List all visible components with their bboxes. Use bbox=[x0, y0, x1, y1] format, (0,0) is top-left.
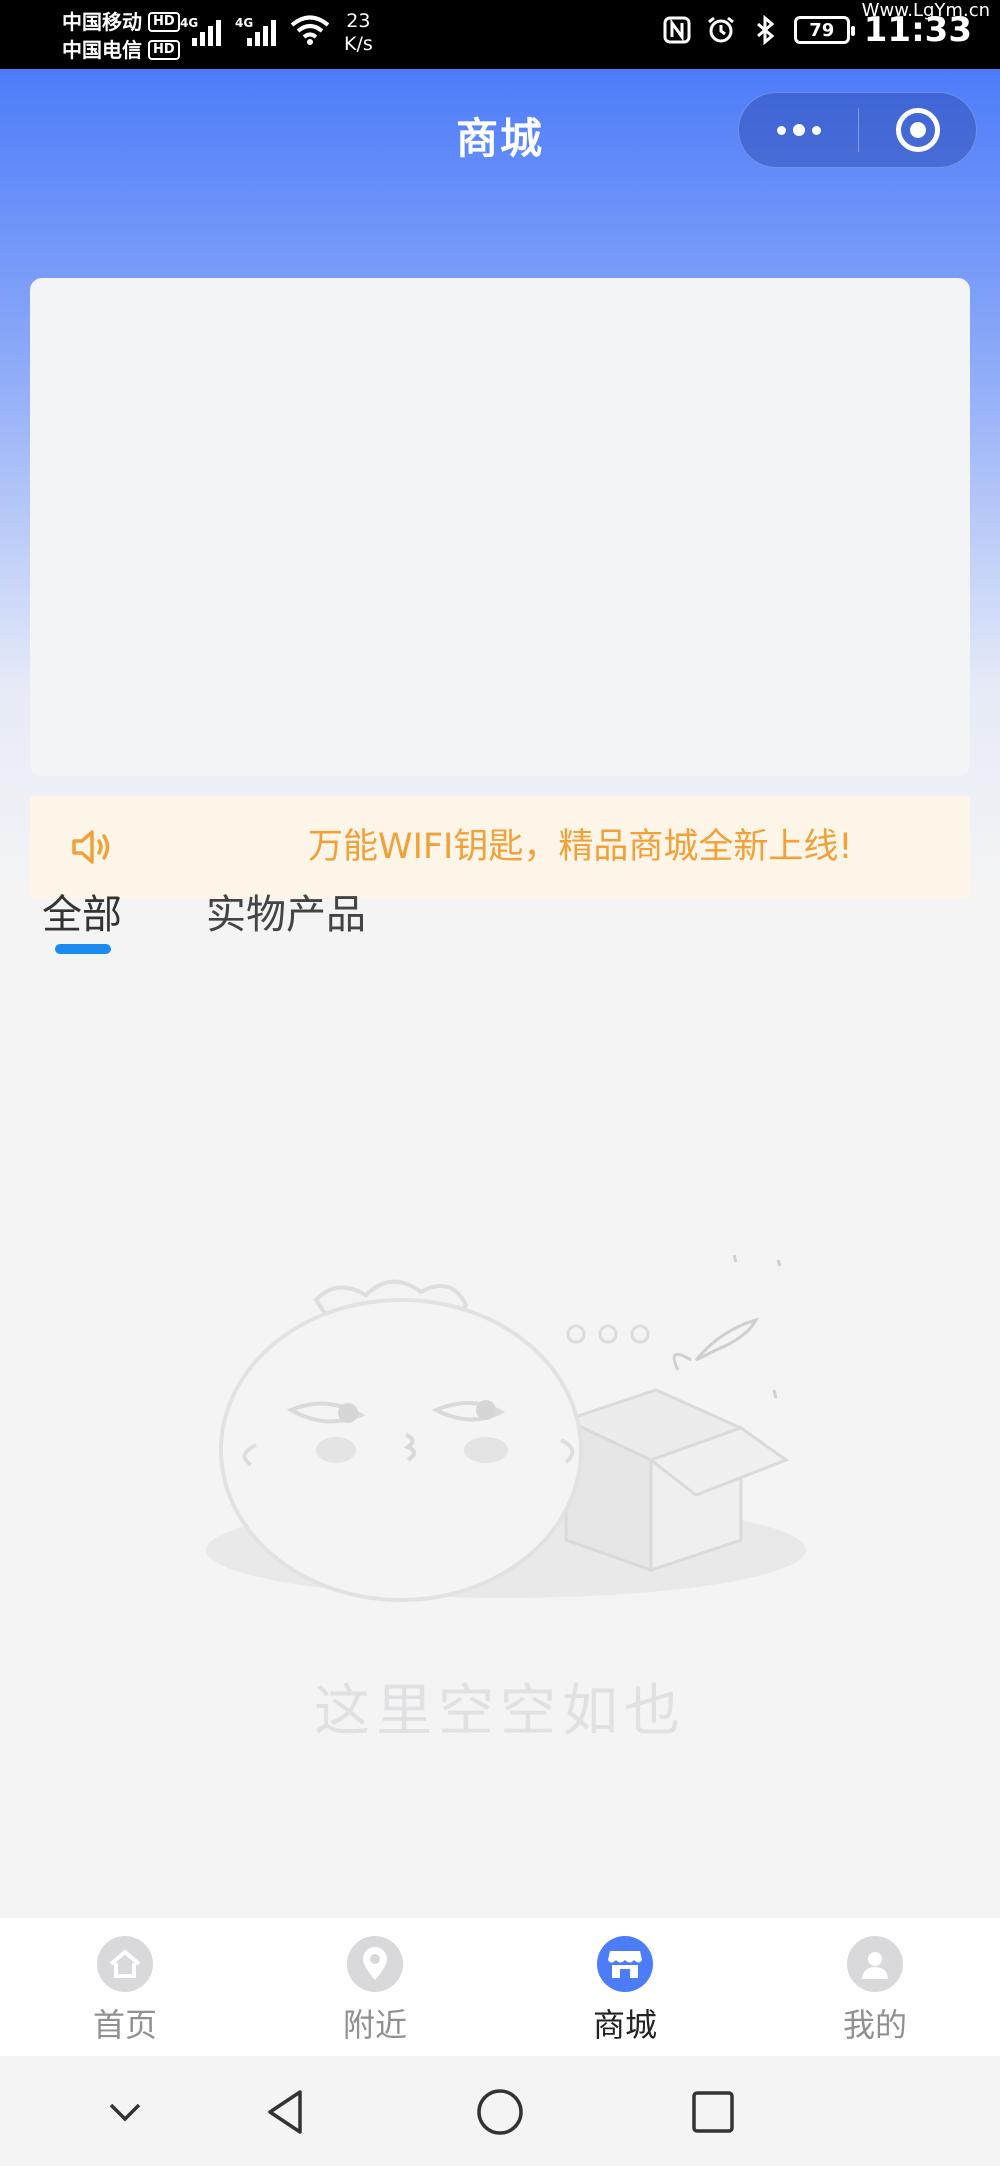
close-miniprogram-button[interactable] bbox=[859, 93, 976, 167]
chevron-down-icon bbox=[109, 2103, 141, 2122]
user-icon bbox=[847, 1936, 903, 1992]
home-button[interactable] bbox=[472, 2084, 528, 2140]
carrier-info: 中国移动 HD 中国电信 HD bbox=[62, 8, 180, 64]
empty-state-text: 这里空空如也 bbox=[314, 1679, 686, 1744]
location-icon bbox=[347, 1936, 403, 1992]
status-bar: 中国移动 HD 中国电信 HD 4G 4G 23 K/s 79 11:33 Ww… bbox=[0, 0, 1000, 69]
tabbar-label: 商城 bbox=[592, 2006, 657, 2044]
banner-carousel[interactable] bbox=[30, 278, 970, 776]
home-icon bbox=[97, 1936, 153, 1992]
home-circle-icon bbox=[477, 2089, 523, 2135]
nfc-icon bbox=[663, 16, 691, 44]
alarm-icon bbox=[707, 16, 734, 43]
bluetooth-icon bbox=[756, 15, 775, 45]
hd-badge: HD bbox=[148, 40, 180, 60]
category-tabs: 全部 实物产品 bbox=[42, 888, 366, 958]
recents-button[interactable] bbox=[685, 2084, 741, 2140]
watermark: Www.LgYm.cn bbox=[861, 0, 990, 21]
bottom-tabbar: 首页 附近 商城 我的 bbox=[0, 1918, 1000, 2056]
tabbar-item-mine[interactable]: 我的 bbox=[750, 1918, 1000, 2056]
store-icon bbox=[597, 1936, 653, 1992]
tabbar-label: 附近 bbox=[342, 2006, 407, 2044]
network-type-label: 4G bbox=[180, 16, 199, 30]
cell-signal-icon: 4G bbox=[235, 16, 276, 46]
carrier-1-label: 中国移动 bbox=[62, 10, 142, 34]
tabbar-item-nearby[interactable]: 附近 bbox=[250, 1918, 500, 2056]
notice-text: 万能WIFI钥匙，精品商城全新上线! bbox=[308, 827, 853, 867]
tabbar-label: 我的 bbox=[842, 2006, 907, 2044]
battery-level: 79 bbox=[809, 19, 835, 41]
more-dot-icon bbox=[776, 125, 786, 135]
miniprogram-capsule bbox=[738, 92, 977, 168]
cell-signal-icon: 4G bbox=[180, 16, 221, 46]
tab-label: 实物产品 bbox=[206, 892, 366, 938]
tabbar-item-store[interactable]: 商城 bbox=[500, 1918, 750, 2056]
more-button[interactable] bbox=[739, 93, 858, 167]
tabbar-label: 首页 bbox=[92, 2006, 157, 2044]
system-navigation-bar bbox=[0, 2056, 1000, 2166]
hd-badge: HD bbox=[148, 12, 180, 32]
carrier-2-label: 中国电信 bbox=[62, 38, 142, 62]
net-speed-value: 23 bbox=[346, 10, 371, 32]
target-icon bbox=[895, 108, 940, 152]
tab-label: 全部 bbox=[42, 892, 122, 938]
hide-keyboard-button[interactable] bbox=[97, 2084, 153, 2140]
tabbar-item-home[interactable]: 首页 bbox=[0, 1918, 250, 2056]
notice-bar: 万能WIFI钥匙，精品商城全新上线! bbox=[30, 796, 970, 898]
speaker-icon bbox=[72, 830, 110, 864]
recents-square-icon bbox=[692, 2091, 734, 2133]
network-type-label: 4G bbox=[235, 16, 254, 30]
net-speed-unit: K/s bbox=[344, 33, 373, 55]
tab-active-indicator bbox=[55, 944, 111, 954]
tab-all[interactable]: 全部 bbox=[42, 888, 122, 958]
tab-physical-products[interactable]: 实物产品 bbox=[206, 888, 366, 958]
back-triangle-icon bbox=[268, 2090, 302, 2134]
net-speed: 23 K/s bbox=[344, 10, 373, 56]
more-dot-icon bbox=[811, 125, 821, 135]
signal-indicators: 4G 4G bbox=[180, 14, 330, 46]
battery-icon: 79 bbox=[793, 16, 855, 44]
empty-state-illustration bbox=[206, 1254, 806, 1602]
wifi-icon bbox=[290, 15, 330, 45]
back-button[interactable] bbox=[258, 2084, 314, 2140]
more-dot-icon bbox=[792, 124, 805, 136]
